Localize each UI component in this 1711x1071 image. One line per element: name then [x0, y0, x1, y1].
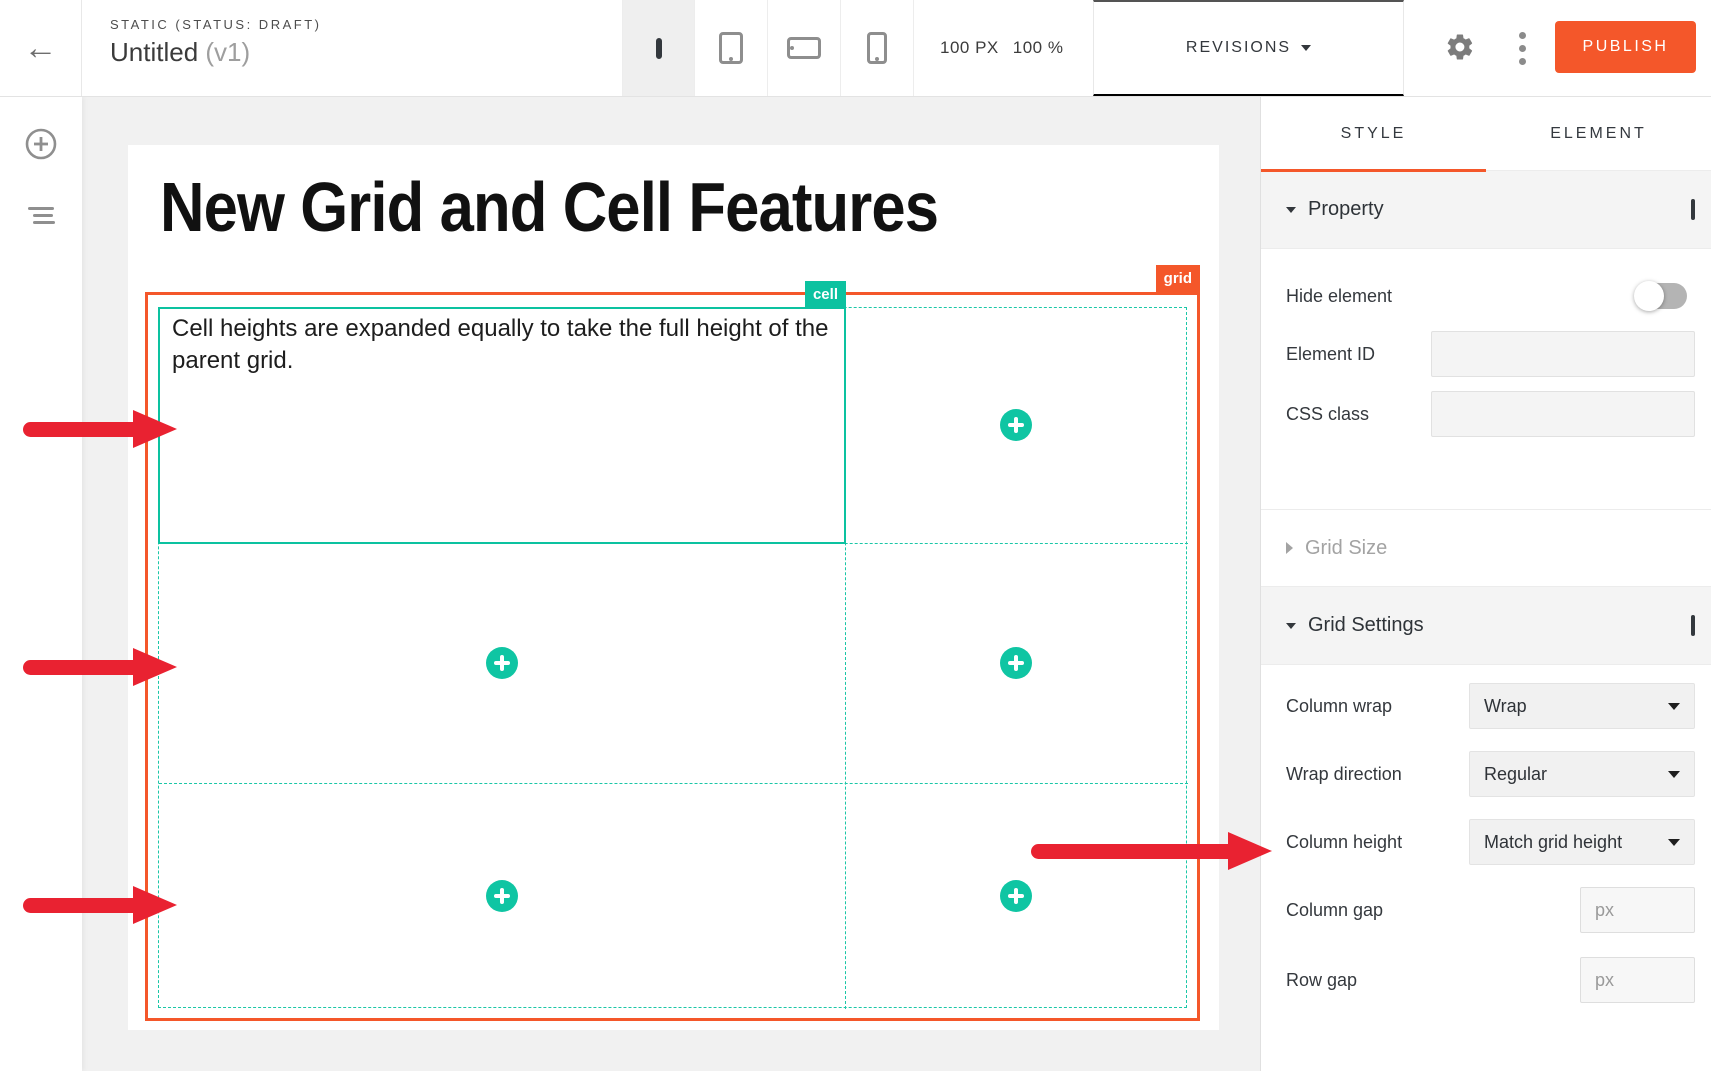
phone-icon	[867, 32, 887, 64]
back-button[interactable]: ←	[0, 0, 81, 96]
document-status: STATIC (STATUS: DRAFT)	[110, 17, 321, 32]
device-tablet-portrait-button[interactable]	[695, 0, 768, 96]
chevron-down-icon	[1301, 45, 1311, 51]
panel-tabs: STYLE ELEMENT	[1261, 97, 1711, 171]
add-element-button[interactable]	[0, 110, 82, 180]
gear-icon	[1445, 32, 1475, 65]
top-bar: ← STATIC (STATUS: DRAFT) Untitled (v1) 1…	[0, 0, 1711, 97]
section-header-grid-settings[interactable]: Grid Settings	[1261, 587, 1711, 665]
add-content-button[interactable]	[1000, 409, 1032, 441]
tab-element[interactable]: ELEMENT	[1486, 97, 1711, 170]
column-wrap-value: Wrap	[1484, 696, 1527, 717]
document-name: Untitled (v1)	[110, 37, 321, 68]
circle-plus-icon	[23, 126, 59, 165]
publish-button[interactable]: PUBLISH	[1555, 21, 1696, 73]
device-target-laptop-icon[interactable]	[1691, 201, 1695, 219]
grid-element[interactable]: grid cell Cell heights are expanded equa…	[145, 292, 1200, 1021]
divider	[81, 0, 82, 96]
device-preview-switcher	[622, 0, 914, 96]
revisions-dropdown[interactable]: REVISIONS	[1093, 0, 1404, 96]
spacer	[1261, 469, 1711, 509]
grid-label-badge[interactable]: grid	[1156, 265, 1200, 292]
cell-label-badge[interactable]: cell	[805, 281, 846, 307]
column-wrap-label: Column wrap	[1286, 696, 1392, 717]
chevron-down-icon	[1286, 623, 1296, 629]
chevron-down-icon	[1286, 207, 1296, 213]
revisions-label: REVISIONS	[1186, 39, 1291, 57]
column-height-label: Column height	[1286, 832, 1402, 853]
cell-text-content[interactable]: Cell heights are expanded equally to tak…	[172, 313, 840, 377]
reorder-icon	[28, 203, 55, 228]
more-options-button[interactable]	[1502, 0, 1542, 96]
chevron-right-icon	[1286, 542, 1293, 554]
document-version: (v1)	[205, 37, 250, 67]
column-height-select[interactable]: Match grid height	[1469, 819, 1695, 865]
column-gap-input[interactable]	[1580, 887, 1695, 933]
viewport-zoom-value: 100 %	[1013, 38, 1064, 58]
column-wrap-select[interactable]: Wrap	[1469, 683, 1695, 729]
page-surface: New Grid and Cell Features grid cell Cel…	[128, 145, 1219, 1030]
wrap-direction-value: Regular	[1484, 764, 1547, 785]
property-section-body: Hide element Element ID CSS class	[1261, 249, 1711, 469]
section-header-grid-size[interactable]: Grid Size	[1261, 509, 1711, 587]
add-content-button[interactable]	[486, 880, 518, 912]
section-title: Grid Size	[1305, 537, 1387, 560]
add-content-button[interactable]	[1000, 647, 1032, 679]
wrap-direction-select[interactable]: Regular	[1469, 751, 1695, 797]
column-height-value: Match grid height	[1484, 832, 1622, 853]
document-title-block: STATIC (STATUS: DRAFT) Untitled (v1)	[110, 17, 321, 68]
css-class-label: CSS class	[1286, 404, 1369, 425]
element-id-label: Element ID	[1286, 344, 1375, 365]
css-class-input[interactable]	[1431, 391, 1695, 437]
device-tablet-landscape-button[interactable]	[768, 0, 841, 96]
viewport-width-value: 100 PX	[940, 38, 999, 58]
section-title: Grid Settings	[1308, 614, 1424, 637]
laptop-icon	[656, 41, 662, 56]
editor-canvas: New Grid and Cell Features grid cell Cel…	[82, 97, 1260, 1071]
tablet-landscape-icon	[787, 37, 821, 59]
page-builder-app: ← STATIC (STATUS: DRAFT) Untitled (v1) 1…	[0, 0, 1711, 1071]
tablet-portrait-icon	[719, 32, 743, 64]
reorder-blocks-button[interactable]	[0, 180, 82, 250]
back-arrow-icon: ←	[24, 29, 58, 68]
device-phone-button[interactable]	[841, 0, 914, 96]
device-target-laptop-icon[interactable]	[1691, 617, 1695, 635]
hide-element-label: Hide element	[1286, 286, 1392, 307]
grid-cells-area: cell Cell heights are expanded equally t…	[158, 307, 1187, 1008]
page-title[interactable]: New Grid and Cell Features	[160, 167, 938, 247]
row-gap-label: Row gap	[1286, 970, 1357, 991]
grid-settings-body: Column wrap Wrap Wrap direction Regular …	[1261, 665, 1711, 1045]
element-id-input[interactable]	[1431, 331, 1695, 377]
section-header-property[interactable]: Property	[1261, 171, 1711, 249]
settings-button[interactable]	[1430, 0, 1490, 96]
add-content-button[interactable]	[486, 647, 518, 679]
column-gap-label: Column gap	[1286, 900, 1383, 921]
toggle-knob	[1634, 281, 1664, 311]
add-content-button[interactable]	[1000, 880, 1032, 912]
chevron-down-icon	[1668, 771, 1680, 778]
device-desktop-button[interactable]	[622, 0, 695, 96]
style-panel: STYLE ELEMENT Property Hide element Elem…	[1260, 97, 1711, 1071]
selected-cell[interactable]: cell Cell heights are expanded equally t…	[158, 307, 846, 544]
section-title: Property	[1308, 198, 1384, 221]
chevron-down-icon	[1668, 703, 1680, 710]
left-toolbar	[0, 97, 82, 1071]
kebab-menu-icon	[1519, 32, 1526, 65]
row-divider	[159, 783, 1188, 784]
wrap-direction-label: Wrap direction	[1286, 764, 1402, 785]
hide-element-toggle[interactable]	[1637, 283, 1687, 309]
chevron-down-icon	[1668, 839, 1680, 846]
viewport-info: 100 PX 100 %	[940, 0, 1063, 96]
tab-style[interactable]: STYLE	[1261, 97, 1486, 170]
row-gap-input[interactable]	[1580, 957, 1695, 1003]
